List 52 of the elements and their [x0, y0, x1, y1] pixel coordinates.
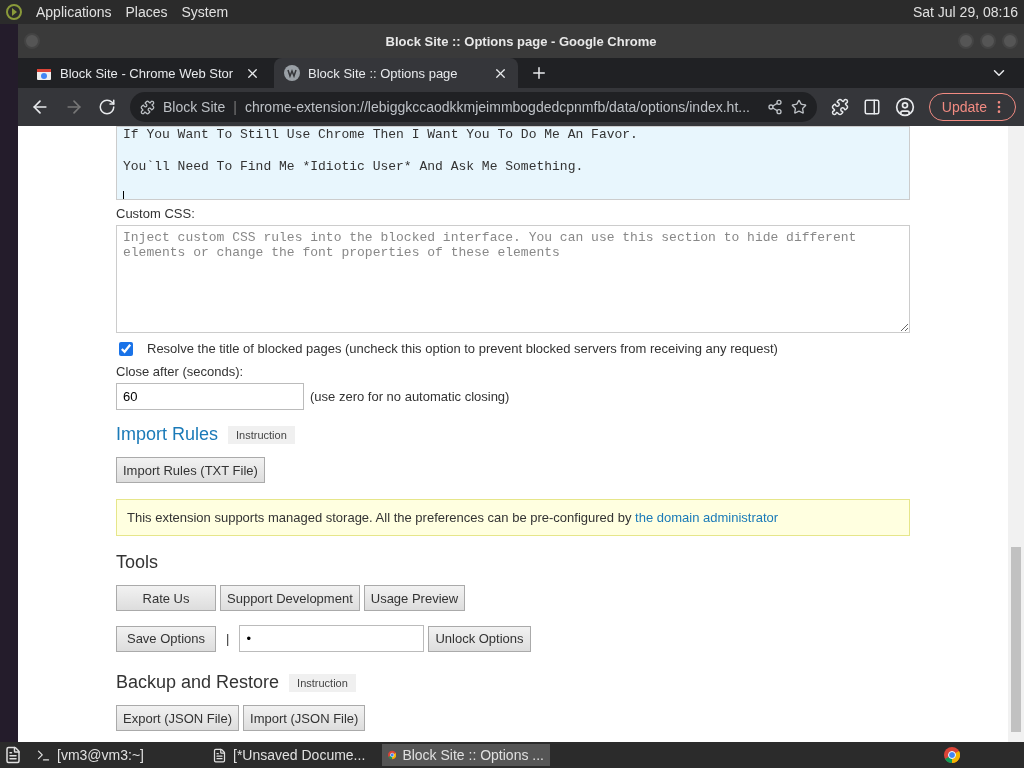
taskbar-item[interactable]: [*Unsaved Docume...	[206, 744, 374, 766]
password-field[interactable]: •	[239, 625, 425, 652]
message-text-area[interactable]: If You Want To Still Use Chrome Then I Want You To Do Me An Favor. You`ll Need To Find Me *Idiotic User* And Ask Me Something.	[116, 126, 910, 200]
tool-button[interactable]: Rate Us	[116, 585, 216, 611]
side-panel-icon[interactable]	[862, 98, 881, 116]
browser-tab[interactable]: Block Site :: Options page	[274, 58, 518, 88]
address-bar[interactable]: Block Site | chrome-extension://lebiggkccaodkkmjeimmbogdedcpnmfb/data/options/index.ht...	[130, 92, 817, 122]
import-rules-button[interactable]: Import Rules (TXT File)	[116, 457, 265, 483]
document-icon	[212, 747, 227, 763]
extensions-icon[interactable]	[830, 98, 849, 116]
taskbar-item[interactable]: [vm3@vm3:~]	[30, 744, 198, 766]
backup-button[interactable]: Export (JSON File)	[116, 705, 240, 731]
site-name: Block Site	[163, 99, 226, 115]
section-heading: Tools	[116, 552, 160, 573]
tool-button[interactable]: Support Development	[220, 585, 360, 611]
bookmark-icon[interactable]	[790, 99, 807, 115]
hint-text: (use zero for no automatic closing)	[310, 389, 510, 404]
field-label: Close after (seconds):	[116, 364, 245, 379]
tool-button[interactable]: Usage Preview	[363, 585, 466, 611]
field-label: Custom CSS:	[116, 206, 196, 221]
instruction-badge[interactable]: Instruction	[289, 673, 356, 692]
separator-text: |	[226, 631, 230, 646]
panel-menu[interactable]: System	[181, 4, 229, 20]
resolve-title-checkbox[interactable]	[119, 341, 133, 356]
taskbar-item[interactable]: Block Site :: Options ...	[382, 744, 550, 766]
url-text: chrome-extension://lebiggkccaodkkmjeimmbogdedcpnmfb/data/options/index.ht...	[244, 99, 750, 115]
clock: Sat Jul 29, 08:16	[912, 4, 1018, 20]
reload-icon[interactable]	[98, 98, 116, 116]
menu-logo-icon[interactable]	[6, 4, 22, 20]
save-options-button[interactable]: Save Options	[116, 625, 216, 652]
browser-tray-icon[interactable]	[944, 747, 960, 763]
window-title: Block Site :: Options page - Google Chrome	[385, 33, 657, 49]
panel-menu[interactable]: Places	[125, 4, 168, 20]
notice-text: This extension supports managed storage. All the preferences can be pre-configured by the domain administrator	[127, 510, 779, 525]
divider-text: |	[233, 99, 237, 115]
extension-icon	[140, 99, 155, 115]
administrator-link[interactable]: the domain administrator	[635, 510, 779, 525]
browser-tab[interactable]: Block Site - Chrome Web Stor	[26, 58, 270, 88]
checkbox-label: Resolve the title of blocked pages (uncheck this option to prevent blocked servers from receiving any request)	[147, 341, 778, 356]
instruction-badge[interactable]: Instruction	[228, 425, 295, 444]
section-heading: Import Rules	[116, 424, 219, 445]
new-tab-icon[interactable]	[530, 64, 548, 82]
unlock-options-button[interactable]: Unlock Options	[428, 625, 531, 652]
terminal-icon	[36, 747, 51, 763]
scrollbar[interactable]	[1008, 126, 1024, 742]
backup-button[interactable]: Import (JSON File)	[243, 705, 366, 731]
share-icon[interactable]	[766, 99, 783, 115]
section-heading: Backup and Restore	[116, 672, 280, 693]
panel-menu[interactable]: Applications	[36, 4, 112, 20]
profile-icon[interactable]	[894, 97, 915, 117]
custom-css-field[interactable]: Inject custom CSS rules into the blocked interface. You can use this section to hide different elements or change the font properties of these elements	[116, 225, 910, 333]
seconds-field[interactable]: 60	[116, 383, 304, 410]
